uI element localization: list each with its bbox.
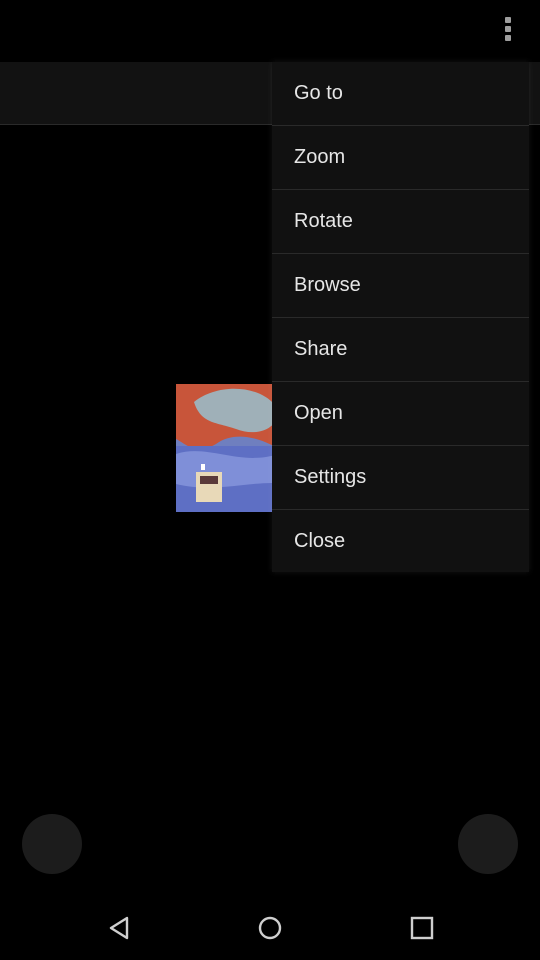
menu-item-rotate[interactable]: Rotate (272, 190, 529, 254)
menu-item-go-to[interactable]: Go to (272, 62, 529, 126)
next-button[interactable] (458, 814, 518, 874)
menu-item-browse[interactable]: Browse (272, 254, 529, 318)
menu-item-zoom[interactable]: Zoom (272, 126, 529, 190)
overflow-menu: Go to Zoom Rotate Browse Share Open Sett… (272, 62, 529, 572)
menu-item-close[interactable]: Close (272, 510, 529, 573)
menu-item-share[interactable]: Share (272, 318, 529, 382)
menu-item-settings[interactable]: Settings (272, 446, 529, 510)
previous-button[interactable] (22, 814, 82, 874)
menu-item-open[interactable]: Open (272, 382, 529, 446)
overflow-menu-icon[interactable] (498, 14, 518, 48)
home-icon[interactable] (254, 912, 286, 944)
back-icon[interactable] (103, 912, 135, 944)
status-bar (0, 0, 540, 62)
navigation-bar (0, 896, 540, 960)
recents-icon[interactable] (406, 912, 438, 944)
